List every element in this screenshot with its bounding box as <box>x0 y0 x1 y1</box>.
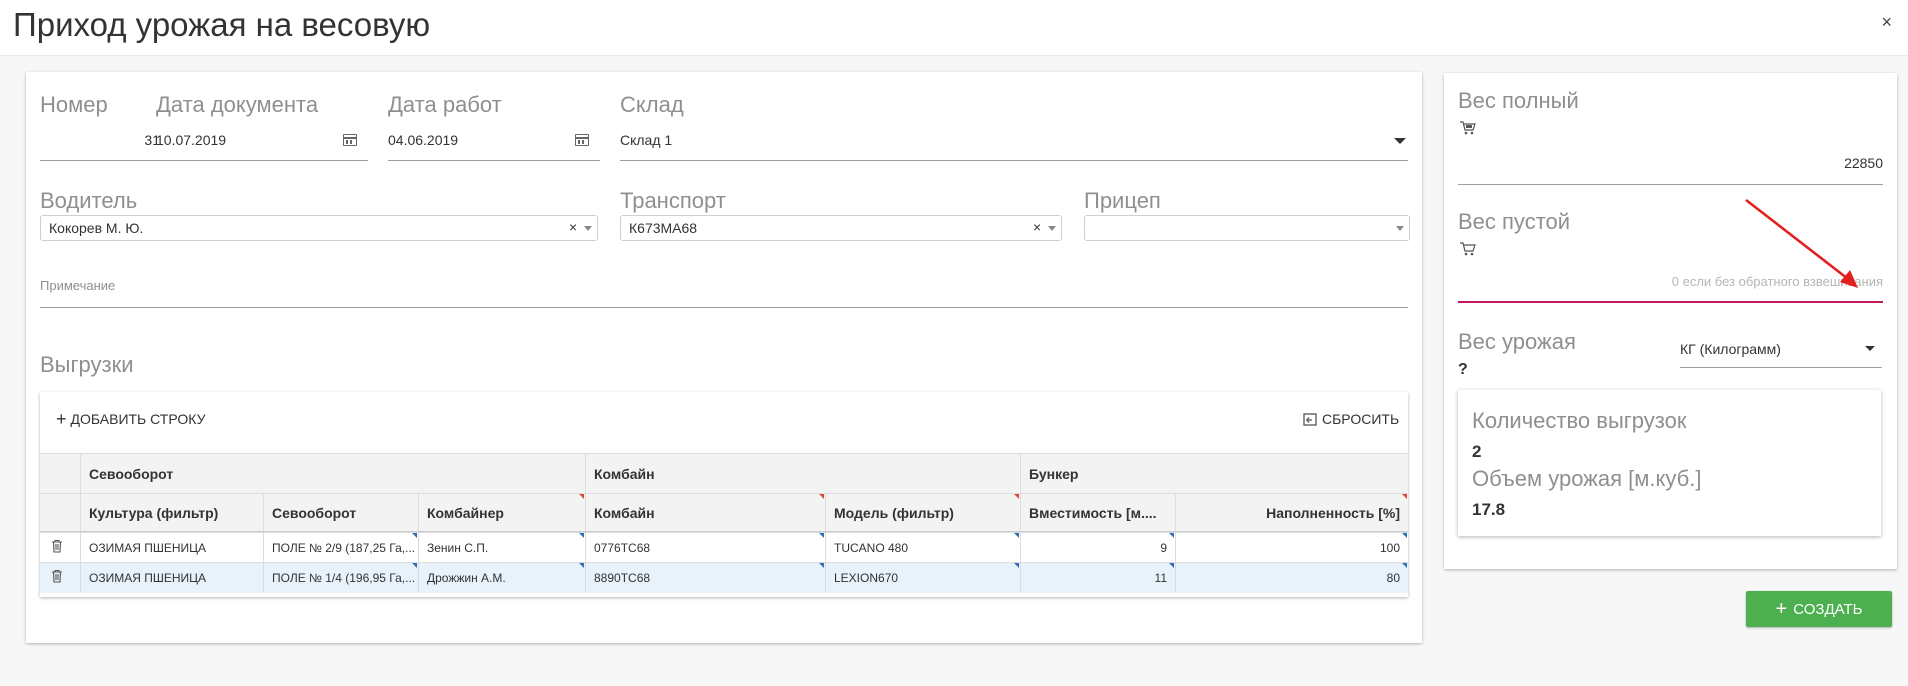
table-cell[interactable]: Зенин С.П. <box>418 533 585 562</box>
chevron-down-icon[interactable] <box>1865 346 1875 351</box>
cart-full-icon <box>1460 121 1476 135</box>
page-title: Приход урожая на весовую <box>13 6 431 43</box>
trailer-select[interactable] <box>1084 215 1410 241</box>
table-cell[interactable]: 100 <box>1175 533 1408 562</box>
delete-row-button[interactable] <box>40 563 80 593</box>
transport-select[interactable]: К673МА68 × <box>620 215 1062 241</box>
table-row[interactable]: ОЗИМАЯ ПШЕНИЦА ПОЛЕ № 1/4 (196,95 Га,...… <box>40 562 1408 593</box>
trailer-label: Прицеп <box>1084 188 1161 213</box>
group-header: Бункер <box>1020 454 1408 493</box>
table-cell[interactable]: 8890ТС68 <box>585 563 825 593</box>
trash-icon[interactable] <box>51 539 63 553</box>
table-cell[interactable]: TUCANO 480 <box>825 533 1020 562</box>
unit-select[interactable]: КГ (Килограмм) <box>1680 341 1781 357</box>
cart-empty-icon <box>1460 242 1476 256</box>
note-underline <box>40 307 1408 308</box>
doc-date-input[interactable]: 10.07.2019 <box>156 132 226 148</box>
add-row-button[interactable]: + ДОБАВИТЬ СТРОКУ <box>56 409 206 429</box>
column-header-row: Культура (фильтр) Севооборот Комбайнер К… <box>40 493 1408 532</box>
clear-icon[interactable]: × <box>569 219 577 235</box>
table-cell[interactable]: ОЗИМАЯ ПШЕНИЦА <box>80 533 263 562</box>
crop-volume-value: 17.8 <box>1472 500 1506 519</box>
column-header[interactable]: Наполненность [%] <box>1175 494 1408 531</box>
full-weight-underline <box>1458 184 1883 185</box>
empty-weight-label: Вес пустой <box>1458 209 1571 234</box>
document-form-card: Номер 31 Дата документа 10.07.2019 Дата … <box>26 72 1422 643</box>
summary-card: Количество выгрузок 2 Объем урожая [м.ку… <box>1458 390 1881 536</box>
full-weight-input[interactable]: 22850 <box>1844 155 1883 171</box>
column-header[interactable]: Модель (фильтр) <box>825 494 1020 531</box>
create-label: СОЗДАТЬ <box>1793 600 1863 618</box>
doc-date-underline <box>156 160 368 161</box>
crop-weight-label: Вес урожая <box>1458 329 1576 354</box>
clear-icon[interactable]: × <box>1033 219 1041 235</box>
reset-label: СБРОСИТЬ <box>1322 411 1400 427</box>
chevron-down-icon[interactable] <box>1394 138 1406 144</box>
table-cell[interactable]: Дрожжин А.М. <box>418 563 585 593</box>
column-header[interactable]: Севооборот <box>263 494 418 531</box>
header-spacer <box>40 494 80 531</box>
table-cell[interactable]: 80 <box>1175 563 1408 593</box>
work-date-underline <box>388 160 600 161</box>
note-input[interactable]: Примечание <box>40 278 115 293</box>
table-cell[interactable]: 11 <box>1020 563 1175 593</box>
annotation-arrow <box>1745 198 1858 288</box>
full-weight-label: Вес полный <box>1458 88 1579 113</box>
table-cell[interactable]: LEXION670 <box>825 563 1020 593</box>
weights-card: Вес полный 22850 Вес пустой 0 если без о… <box>1444 73 1897 569</box>
crop-volume-label: Объем урожая [м.куб.] <box>1472 466 1702 491</box>
warehouse-underline <box>620 160 1408 161</box>
number-input[interactable]: 31 <box>116 132 160 148</box>
empty-weight-underline <box>1458 301 1883 303</box>
group-header: Севооборот <box>80 454 585 493</box>
column-header[interactable]: Комбайн <box>585 494 825 531</box>
table-row[interactable]: ОЗИМАЯ ПШЕНИЦА ПОЛЕ № 2/9 (187,25 Га,...… <box>40 532 1408 562</box>
create-button[interactable]: + СОЗДАТЬ <box>1746 591 1892 627</box>
transport-label: Транспорт <box>620 188 726 213</box>
column-header[interactable]: Культура (фильтр) <box>80 494 263 531</box>
add-row-label: ДОБАВИТЬ СТРОКУ <box>70 411 206 427</box>
transport-value: К673МА68 <box>629 220 698 236</box>
plus-icon: + <box>1775 598 1788 620</box>
chevron-down-icon[interactable] <box>1396 226 1404 231</box>
number-underline <box>40 160 162 161</box>
work-date-label: Дата работ <box>388 92 502 117</box>
calendar-icon[interactable] <box>575 134 589 146</box>
unloads-title: Выгрузки <box>40 352 134 377</box>
driver-value: Кокорев М. Ю. <box>49 220 144 236</box>
warehouse-select[interactable]: Склад 1 <box>620 132 672 148</box>
number-label: Номер <box>40 92 108 117</box>
group-header: Комбайн <box>585 454 1020 493</box>
unload-count-label: Количество выгрузок <box>1472 408 1687 433</box>
driver-label: Водитель <box>40 188 138 213</box>
group-header-row: Севооборот Комбайн Бункер <box>40 453 1408 493</box>
warehouse-label: Склад <box>620 92 684 117</box>
column-header[interactable]: Комбайнер <box>418 494 585 531</box>
delete-row-button[interactable] <box>40 533 80 562</box>
unload-count-value: 2 <box>1472 442 1482 461</box>
table-cell[interactable]: ПОЛЕ № 1/4 (196,95 Га,... <box>263 563 418 593</box>
table-cell[interactable]: 9 <box>1020 533 1175 562</box>
unit-underline <box>1680 367 1882 368</box>
reset-button[interactable]: СБРОСИТЬ <box>1302 411 1399 427</box>
plus-icon: + <box>56 409 67 429</box>
undo-icon <box>1303 412 1317 426</box>
doc-date-label: Дата документа <box>156 92 319 117</box>
crop-weight-value: ? <box>1458 361 1468 378</box>
title-bar: Приход урожая на весовую × <box>0 0 1908 56</box>
table-cell[interactable]: ОЗИМАЯ ПШЕНИЦА <box>80 563 263 593</box>
trash-icon[interactable] <box>51 569 63 583</box>
driver-select[interactable]: Кокорев М. Ю. × <box>40 215 598 241</box>
calendar-icon[interactable] <box>343 134 357 146</box>
table-cell[interactable]: 0776ТС68 <box>585 533 825 562</box>
chevron-down-icon[interactable] <box>1048 226 1056 231</box>
chevron-down-icon[interactable] <box>584 226 592 231</box>
unloads-table: + ДОБАВИТЬ СТРОКУ СБРОСИТЬ Севооборот Ко… <box>40 392 1408 597</box>
column-header[interactable]: Вместимость [м.... <box>1020 494 1175 531</box>
work-date-input[interactable]: 04.06.2019 <box>388 132 458 148</box>
table-cell[interactable]: ПОЛЕ № 2/9 (187,25 Га,... <box>263 533 418 562</box>
close-icon[interactable]: × <box>1881 12 1892 33</box>
